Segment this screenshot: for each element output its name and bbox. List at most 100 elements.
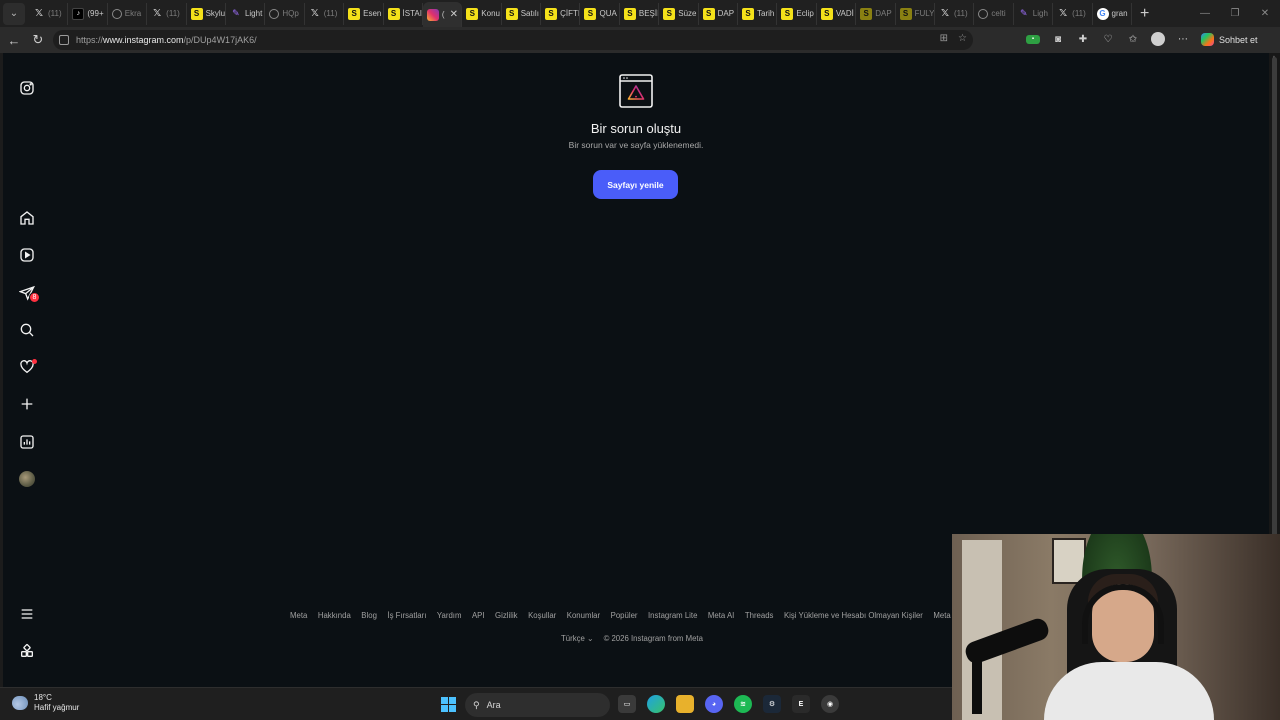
footer-link[interactable]: API [472,611,485,620]
restore-icon[interactable]: ❐ [1220,8,1250,19]
browser-tab[interactable]: ✎ Light [226,2,266,25]
messages-badge: 8 [29,292,40,303]
browser-tab[interactable]: celti [974,2,1014,25]
more-menu-icon[interactable] [18,605,36,623]
footer-link[interactable]: Popüler [611,611,638,620]
browser-tab[interactable]: S İSTAI [384,2,423,25]
split-screen-icon[interactable]: ⊞ [940,33,948,44]
browser-tab[interactable]: S Satılı [502,2,542,25]
epic-games-icon[interactable]: E [792,695,810,713]
weather-temperature: 18°C [34,693,52,702]
browser-tab[interactable]: HQp [265,2,305,25]
reload-button[interactable]: ↻ [26,32,50,48]
footer-link[interactable]: Kişi Yükleme ve Hesabı Olmayan Kişiler [784,611,923,620]
dashboard-icon[interactable] [18,433,36,451]
back-button[interactable]: ← [2,33,26,48]
extensions-puzzle-icon[interactable]: ✚ [1076,32,1090,46]
home-icon[interactable] [18,209,36,227]
footer-link[interactable]: Yardım [437,611,462,620]
feather-favicon-icon: ✎ [1019,8,1028,18]
site-info-icon[interactable] [59,35,69,45]
x-favicon-icon: 𝕏 [940,8,950,19]
browser-tab[interactable]: Ekra [108,2,148,25]
footer-link[interactable]: Instagram Lite [648,611,697,620]
steam-icon[interactable]: ⚙ [763,695,781,713]
also-from-meta-icon[interactable] [18,642,36,660]
browser-tab[interactable]: 𝕏 (11) [305,2,345,25]
globe-favicon-icon [111,8,122,19]
edge-browser-icon[interactable] [647,695,665,713]
browser-tab[interactable]: S ÇİFTI [541,2,581,25]
rain-cloud-icon [12,696,28,710]
browser-tab[interactable]: S FULY [896,2,935,25]
instagram-favicon-icon [426,8,439,21]
search-icon[interactable] [18,321,36,339]
more-menu-icon[interactable]: ⋯ [1176,32,1190,46]
browser-tab[interactable]: S DAP [856,2,896,25]
weather-condition: Hafif yağmur [34,703,80,712]
address-bar[interactable]: https://www.instagram.com/p/DUp4W17jAK6/… [53,30,973,50]
feather-favicon-icon: ✎ [232,8,240,18]
discord-icon[interactable]: ◕ [705,695,723,713]
weather-widget[interactable]: 18°C Hafif yağmur [12,693,79,713]
footer-link[interactable]: Meta AI [708,611,734,620]
instagram-logo-icon[interactable] [18,79,36,97]
browser-tab[interactable]: S Süze [659,2,699,25]
favorites-icon[interactable]: ✩ [1126,32,1140,46]
browser-tab[interactable]: S DAP [699,2,739,25]
extension-mask-icon[interactable]: ◙ [1051,32,1065,46]
windows-start-icon[interactable] [441,697,456,712]
browser-tab[interactable]: 𝕏 (11) [935,2,975,25]
minimize-icon[interactable]: — [1190,8,1220,19]
footer-link[interactable]: Meta [933,611,950,620]
browser-tab[interactable]: 𝕏 (11) [29,2,69,25]
footer-link[interactable]: Meta [290,611,307,620]
browser-tab[interactable]: (✕ [422,2,463,27]
browser-tab[interactable]: S VADİ [817,2,857,25]
browser-tab[interactable]: S Esen [344,2,384,25]
footer-link[interactable]: Koşullar [528,611,556,620]
task-view-icon[interactable]: ▭ [618,695,636,713]
browser-tab[interactable]: S Konu [462,2,502,25]
webcam-overlay [952,534,1280,720]
browser-essentials-icon[interactable]: ♡ [1101,32,1115,46]
footer-link[interactable]: Konumlar [567,611,600,620]
extension-green-icon[interactable]: ▪ [1026,34,1040,44]
browser-tab[interactable]: S QUA [580,2,620,25]
copilot-button[interactable]: Sohbet et [1201,33,1258,46]
footer-link[interactable]: Gizlilik [495,611,518,620]
footer-link[interactable]: Hakkında [318,611,351,620]
footer-link[interactable]: Threads [745,611,774,620]
file-explorer-icon[interactable] [676,695,694,713]
browser-tab[interactable]: 𝕏 (11) [1053,2,1093,25]
close-tab-icon[interactable]: ✕ [450,9,458,20]
reload-page-button[interactable]: Sayfayı yenile [593,170,678,199]
profile-avatar[interactable] [19,471,35,487]
footer-link[interactable]: Blog [361,611,377,620]
browser-tab[interactable]: ✎ Ligh [1014,2,1054,25]
browser-tab[interactable]: Ggran [1093,2,1132,25]
profile-avatar-icon[interactable] [1151,32,1165,46]
new-tab-button[interactable]: + [1140,5,1149,23]
reels-icon[interactable] [18,246,36,264]
error-subtitle: Bir sorun var ve sayfa yüklenemedi. [568,140,704,150]
tab-actions-menu[interactable]: ⌄ [3,2,25,25]
browser-tab[interactable]: S Eclip [777,2,817,25]
spotify-icon[interactable]: ≋ [734,695,752,713]
browser-tab[interactable]: ♪ (99+ [68,2,108,25]
x-favicon-icon: 𝕏 [1059,8,1068,19]
obs-icon[interactable]: ◉ [821,695,839,713]
google-favicon-icon: G [1096,7,1109,20]
taskbar-search[interactable]: ⚲ Ara [465,693,610,717]
create-plus-icon[interactable] [18,395,36,413]
browser-tab[interactable]: S BEŞİI [620,2,660,25]
favorite-star-icon[interactable]: ☆ [958,33,967,44]
language-selector[interactable]: Türkçe ⌄ [561,634,594,643]
browser-tab[interactable]: 𝕏 (11) [147,2,187,25]
browser-tab[interactable]: S Skylu [187,2,226,25]
close-window-icon[interactable]: ✕ [1250,8,1280,19]
x-favicon-icon: 𝕏 [310,8,319,19]
tab-label: VADİ [835,9,854,18]
browser-tab[interactable]: S Tarih [738,2,778,25]
footer-link[interactable]: İş Fırsatları [387,611,426,620]
